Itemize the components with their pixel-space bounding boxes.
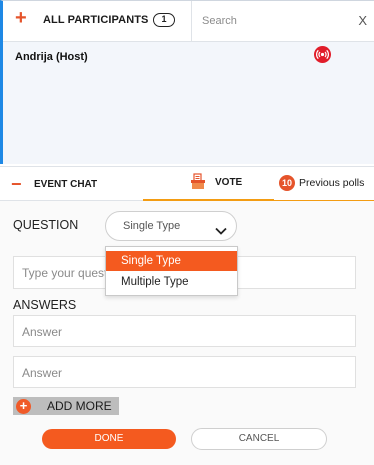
participants-panel: + ALL PARTICIPANTS 1 X Andrija (Host) [0, 0, 374, 164]
poll-type-select[interactable]: Single Type [105, 211, 237, 241]
tab-vote-label: VOTE [215, 177, 243, 188]
panel-tabs: − EVENT CHAT VOTE 10 Previous polls [0, 166, 374, 202]
answer-input[interactable] [22, 365, 342, 381]
dropdown-option-multiple-type[interactable]: Multiple Type [106, 272, 237, 292]
ballot-box-icon [190, 173, 206, 195]
poll-form: QUESTION Single Type ANSWERS + ADD MORE … [0, 201, 374, 465]
participants-header: + ALL PARTICIPANTS 1 X [3, 1, 374, 42]
all-participants-label: ALL PARTICIPANTS [43, 14, 149, 26]
poll-type-value: Single Type [123, 220, 181, 232]
tab-event-chat-label: EVENT CHAT [34, 179, 98, 190]
poll-type-dropdown: Single Type Multiple Type [105, 246, 238, 296]
tab-previous-polls-label: Previous polls [299, 177, 365, 189]
dropdown-option-single-type[interactable]: Single Type [106, 251, 237, 271]
participant-name: Andrija (Host) [15, 51, 88, 63]
participant-row[interactable]: Andrija (Host) [15, 46, 365, 69]
cancel-button[interactable]: CANCEL [191, 428, 327, 450]
expand-participants-button[interactable]: + [15, 8, 27, 28]
question-label: QUESTION [13, 218, 79, 232]
add-more-label: ADD MORE [47, 399, 112, 413]
tab-vote[interactable]: VOTE [143, 167, 274, 202]
participant-count-badge: 1 [153, 13, 175, 27]
add-icon: + [16, 399, 31, 414]
tab-event-chat[interactable]: − EVENT CHAT [0, 167, 143, 202]
collapse-chat-button[interactable]: − [11, 175, 22, 193]
answers-label: ANSWERS [13, 298, 77, 312]
add-more-button[interactable]: + ADD MORE [13, 397, 119, 415]
answer-field [13, 315, 356, 347]
chevron-down-icon [215, 222, 227, 240]
broadcast-icon[interactable] [314, 46, 331, 63]
previous-polls-count: 10 [279, 175, 295, 191]
search-input[interactable] [202, 12, 342, 30]
done-button[interactable]: DONE [42, 429, 176, 449]
search-box: X [191, 1, 374, 41]
tab-previous-polls[interactable]: 10 Previous polls [274, 167, 374, 202]
close-search-button[interactable]: X [358, 13, 367, 28]
answer-input[interactable] [22, 324, 342, 340]
answer-field [13, 356, 356, 388]
